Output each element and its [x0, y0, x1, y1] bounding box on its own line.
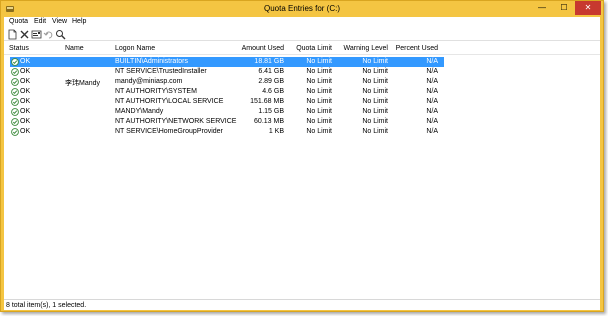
cell-quota-limit: No Limit: [306, 88, 332, 95]
cell-percent-used: N/A: [426, 118, 438, 125]
status-bar: 8 total item(s), 1 selected.: [4, 299, 600, 310]
cell-quota-limit: No Limit: [306, 108, 332, 115]
cell-warning-level: No Limit: [362, 88, 388, 95]
cell-amount-used: 2.89 GB: [258, 78, 284, 85]
menu-bar: Quota Edit View Help: [4, 17, 600, 28]
cell-percent-used: N/A: [426, 78, 438, 85]
cell-warning-level: No Limit: [362, 128, 388, 135]
cell-amount-used: 1.15 GB: [258, 108, 284, 115]
status-ok-icon: [11, 58, 19, 66]
status-ok-icon: [11, 68, 19, 76]
cell-status: OK: [20, 68, 31, 75]
cell-amount-used: 6.41 GB: [258, 68, 284, 75]
table-row[interactable]: OK BUILTIN\Administrators 18.81 GB No Limit…: [4, 57, 600, 67]
cell-percent-used: N/A: [426, 88, 438, 95]
cell-logon-name: MANDY\Mandy: [115, 108, 164, 115]
quota-entries-window: Quota Entries for (C:) — ☐ ✕ Quota Edit …: [0, 0, 604, 312]
status-ok-icon: [11, 88, 19, 96]
cell-warning-level: No Limit: [362, 78, 388, 85]
cell-status: OK: [20, 78, 31, 85]
window-title: Quota Entries for (C:): [263, 4, 341, 13]
cell-percent-used: N/A: [426, 58, 438, 65]
cell-warning-level: No Limit: [362, 118, 388, 125]
status-ok-icon: [11, 98, 19, 106]
status-ok-icon: [11, 78, 19, 86]
close-button[interactable]: ✕: [575, 1, 601, 15]
column-status[interactable]: Status: [9, 45, 29, 52]
cell-status: OK: [20, 118, 31, 125]
cell-logon-name: NT AUTHORITY\NETWORK SERVICE: [115, 118, 237, 125]
cell-warning-level: No Limit: [362, 98, 388, 105]
find-icon[interactable]: [55, 29, 66, 40]
properties-icon[interactable]: [31, 29, 42, 40]
minimize-button[interactable]: —: [531, 1, 553, 15]
column-warning-level[interactable]: Warning Level: [332, 45, 389, 52]
status-bar-text: 8 total item(s), 1 selected.: [6, 302, 87, 309]
cell-status: OK: [20, 128, 31, 135]
cell-percent-used: N/A: [426, 108, 438, 115]
cell-quota-limit: No Limit: [306, 118, 332, 125]
table-row[interactable]: OK NT AUTHORITY\SYSTEM 4.6 GB No Limit No Li…: [4, 87, 600, 97]
maximize-button[interactable]: ☐: [553, 1, 575, 15]
cell-quota-limit: No Limit: [306, 68, 332, 75]
cell-quota-limit: No Limit: [306, 78, 332, 85]
column-percent-used[interactable]: Percent Used: [388, 45, 438, 52]
toolbar: [4, 28, 600, 41]
cell-status: OK: [20, 98, 31, 105]
cell-percent-used: N/A: [426, 128, 438, 135]
cell-warning-level: No Limit: [362, 108, 388, 115]
table-row[interactable]: OK MANDY\Mandy 1.15 GB No Limit No Limit N/A: [4, 107, 600, 117]
cell-quota-limit: No Limit: [306, 128, 332, 135]
cell-status: OK: [20, 108, 31, 115]
cell-amount-used: 4.6 GB: [262, 88, 284, 95]
cell-quota-limit: No Limit: [306, 58, 332, 65]
table-row[interactable]: OK NT SERVICE\TrustedInstaller 6.41 GB No L…: [4, 67, 600, 77]
client-area: Quota Edit View Help Status Name Logon N…: [4, 17, 600, 310]
cell-percent-used: N/A: [426, 68, 438, 75]
cell-amount-used: 151.68 MB: [250, 98, 284, 105]
cell-quota-limit: No Limit: [306, 98, 332, 105]
status-ok-icon: [11, 108, 19, 116]
status-ok-icon: [11, 128, 19, 136]
table-row[interactable]: OK NT SERVICE\HomeGroupProvider 1 KB No Lim…: [4, 127, 600, 137]
table-row[interactable]: OK NT AUTHORITY\LOCAL SERVICE 151.68 MB No …: [4, 97, 600, 107]
delete-icon[interactable]: [19, 29, 30, 40]
column-logon-name[interactable]: Logon Name: [115, 45, 155, 52]
quota-entries-list[interactable]: Status Name Logon Name Amount Used Quota…: [4, 41, 600, 299]
cell-logon-name: NT AUTHORITY\LOCAL SERVICE: [115, 98, 224, 105]
column-name[interactable]: Name: [65, 45, 84, 52]
cell-warning-level: No Limit: [362, 68, 388, 75]
cell-warning-level: No Limit: [362, 58, 388, 65]
cell-status: OK: [20, 58, 31, 65]
cell-logon-name: NT AUTHORITY\SYSTEM: [115, 88, 197, 95]
cell-logon-name: NT SERVICE\HomeGroupProvider: [115, 128, 223, 135]
menu-help[interactable]: Help: [72, 18, 86, 25]
cell-status: OK: [20, 88, 31, 95]
menu-view[interactable]: View: [52, 18, 67, 25]
undo-icon[interactable]: [43, 29, 54, 40]
cell-logon-name: BUILTIN\Administrators: [115, 58, 188, 65]
cell-logon-name: mandy@miniasp.com: [115, 78, 183, 85]
cell-amount-used: 60.13 MB: [254, 118, 284, 125]
table-row[interactable]: OK NT AUTHORITY\NETWORK SERVICE 60.13 MB No…: [4, 117, 600, 127]
new-entry-icon[interactable]: [7, 29, 18, 40]
menu-edit[interactable]: Edit: [34, 18, 46, 25]
title-bar[interactable]: Quota Entries for (C:) — ☐ ✕: [1, 1, 603, 17]
menu-quota[interactable]: Quota: [9, 18, 28, 25]
list-header: Status Name Logon Name Amount Used Quota…: [4, 43, 600, 55]
status-ok-icon: [11, 118, 19, 126]
cell-amount-used: 1 KB: [268, 128, 284, 135]
cell-logon-name: NT SERVICE\TrustedInstaller: [115, 68, 207, 75]
column-quota-limit[interactable]: Quota Limit: [284, 45, 332, 52]
column-amount-used[interactable]: Amount Used: [224, 45, 284, 52]
cell-amount-used: 18.81 GB: [254, 58, 284, 65]
cell-percent-used: N/A: [426, 98, 438, 105]
table-row[interactable]: OK 李玮Mandy mandy@miniasp.com 2.89 GB No Limi…: [4, 77, 600, 87]
